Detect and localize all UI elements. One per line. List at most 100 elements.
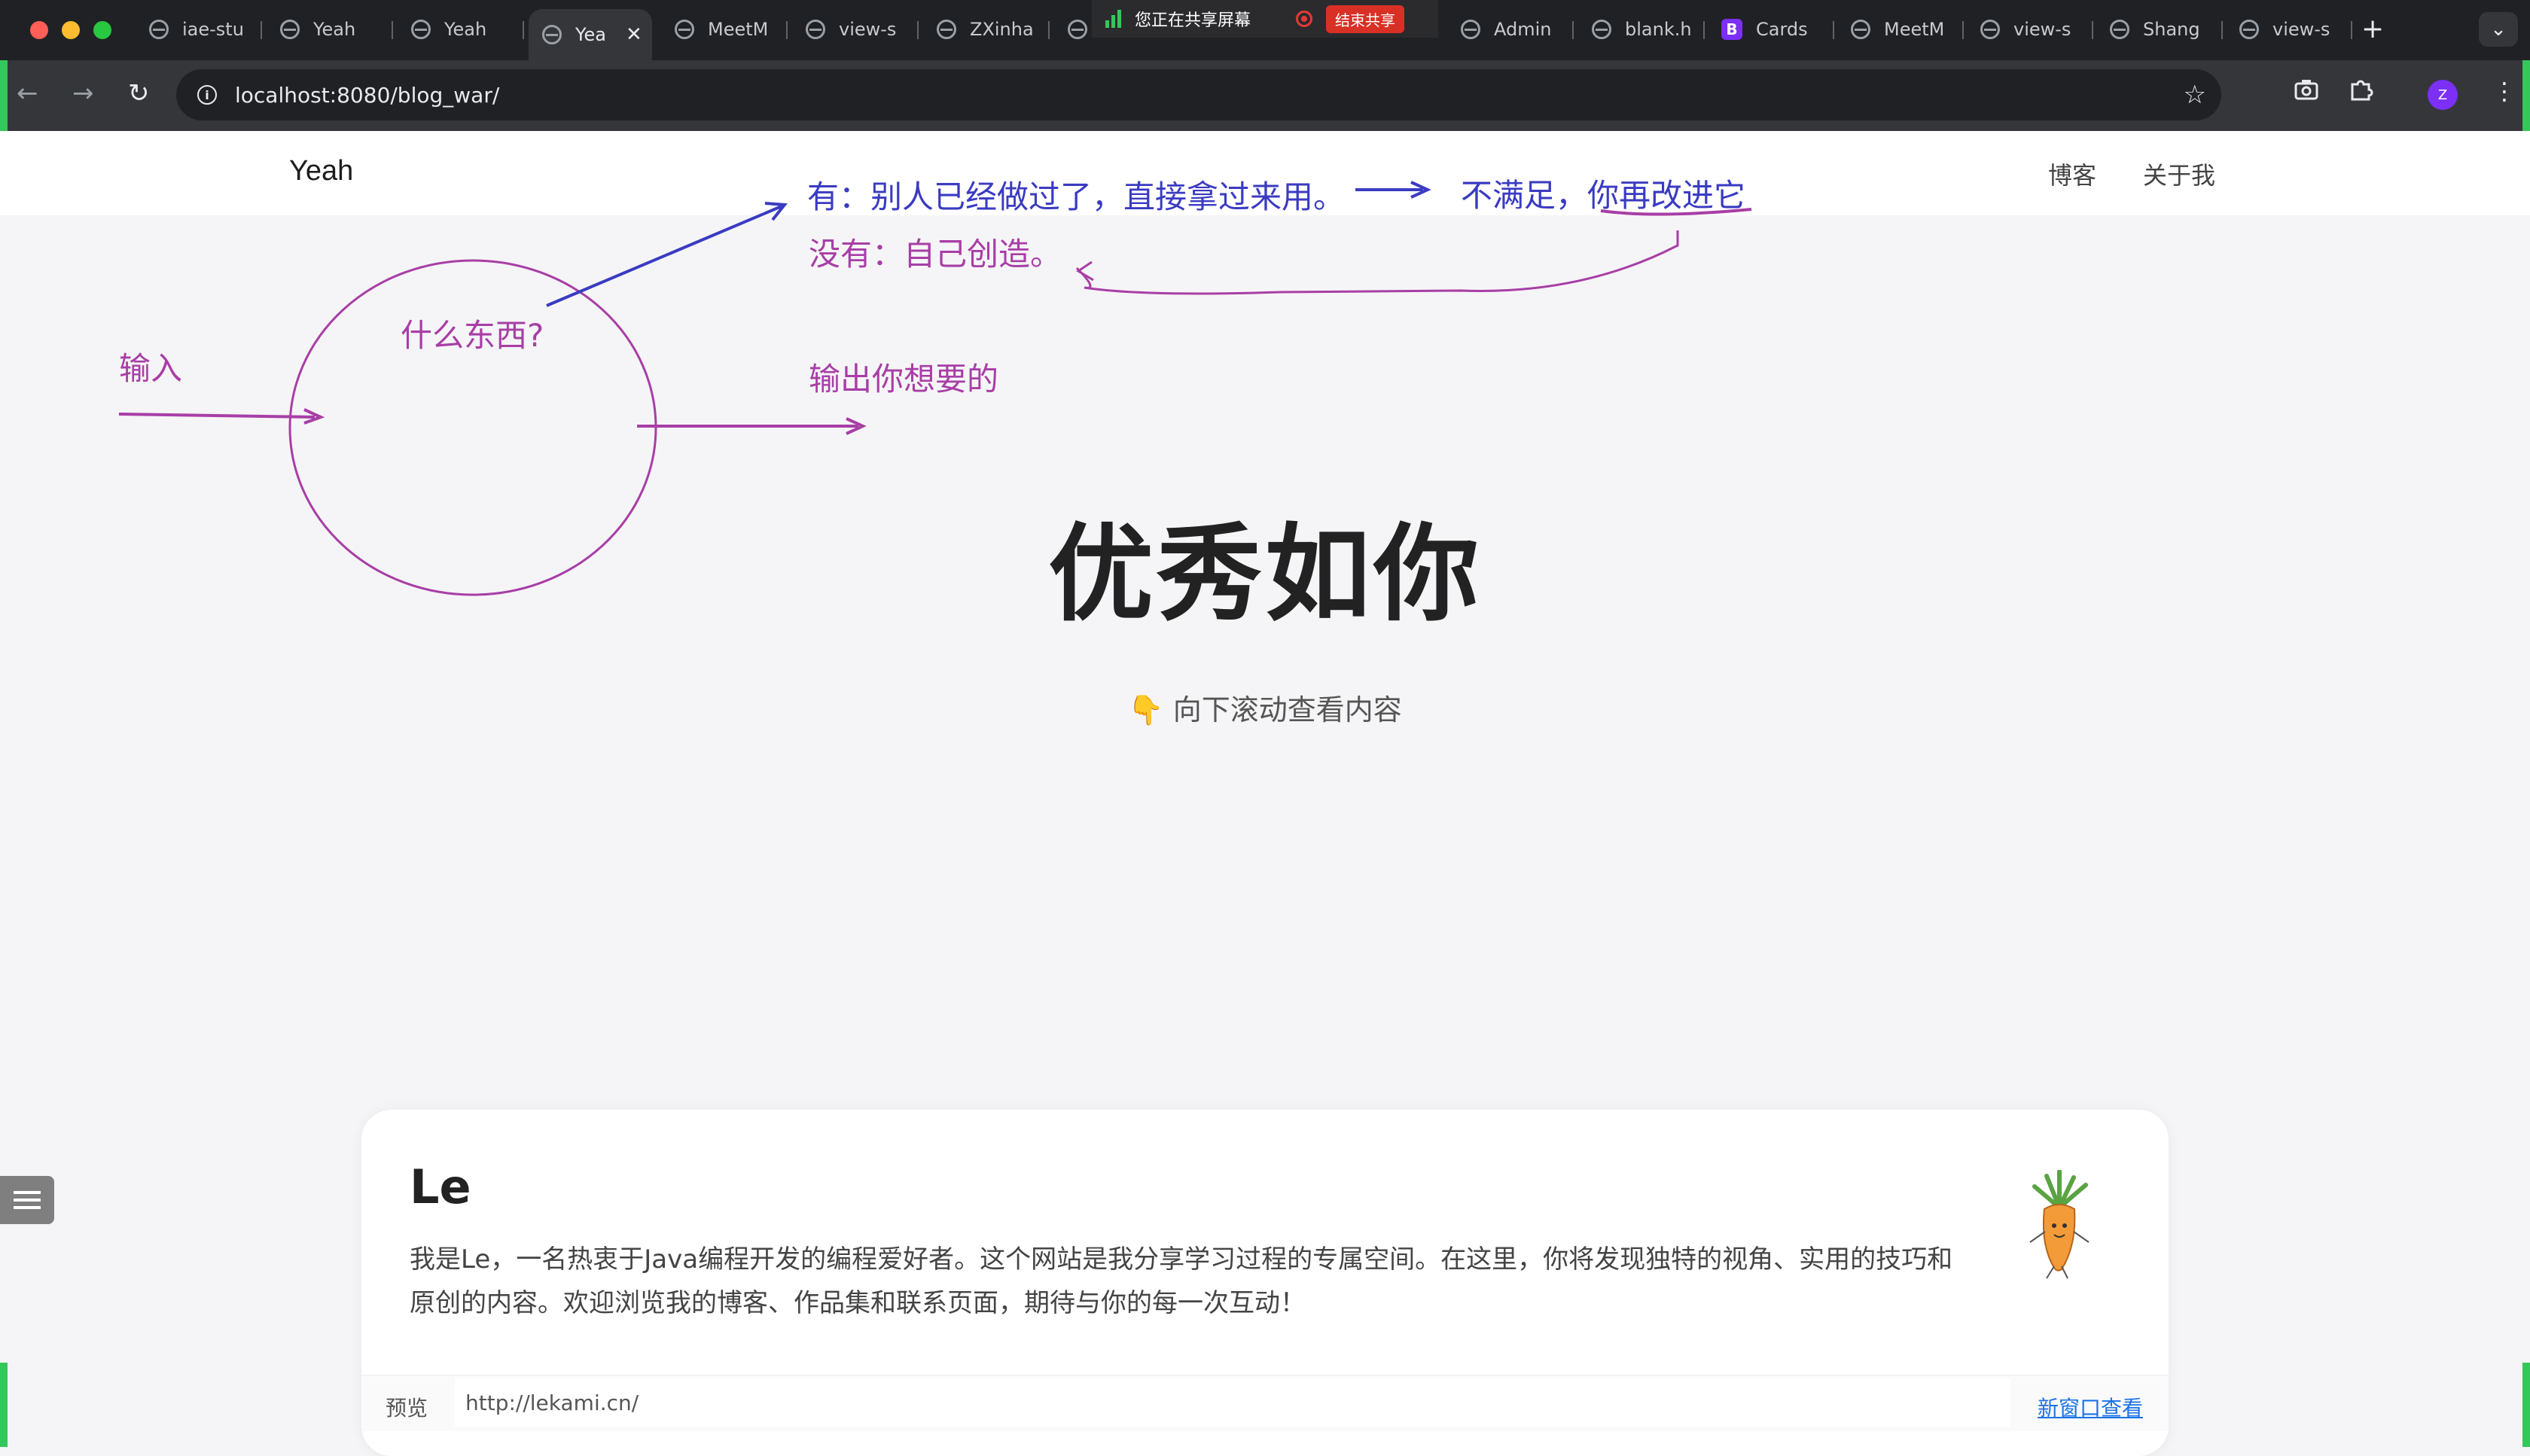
new-tab-plus-icon[interactable]: + xyxy=(2361,14,2384,44)
maximize-window-button[interactable] xyxy=(93,21,111,39)
globe-icon xyxy=(937,20,956,39)
screen-share-indicator: 您正在共享屏幕 结束共享 xyxy=(1092,0,1438,38)
table-of-contents-list-icon[interactable] xyxy=(0,1176,54,1224)
preview-bar: 预览 http://lekami.cn/ 新窗口查看 xyxy=(361,1375,2169,1431)
address-url: localhost:8080/blog_war/ xyxy=(235,82,500,108)
profile-card: Le 我是Le，一名热衷于Java编程开发的编程爱好者。这个网站是我分享学习过程… xyxy=(361,1110,2169,1456)
browser-tab-active[interactable]: Yea ✕ xyxy=(529,9,652,60)
tab-divider xyxy=(261,21,262,39)
tab-title: Cards xyxy=(1756,19,1808,40)
globe-icon xyxy=(1851,20,1870,39)
tab-strip: iae-stu Yeah Yeah Yea ✕ MeetM view-s ZXin… xyxy=(0,0,2530,60)
annotation-output-label: 输出你想要的 xyxy=(809,361,999,398)
record-icon xyxy=(1296,11,1313,27)
globe-icon xyxy=(542,25,562,44)
browser-toolbar: ← → ↻ i localhost:8080/blog_war/ ☆ Z ⋮ xyxy=(0,60,2530,131)
preview-url-field[interactable]: http://lekami.cn/ xyxy=(455,1378,2010,1427)
scroll-hint: 👇 向下滚动查看内容 xyxy=(0,687,2530,728)
nav-link-blog[interactable]: 博客 xyxy=(2048,157,2096,191)
annotation-none-label: 没有：自己创造。 xyxy=(809,236,1062,273)
tab-title: blank.h xyxy=(1625,19,1692,40)
site-info-icon[interactable]: i xyxy=(197,85,217,105)
globe-icon xyxy=(675,20,694,39)
globe-icon xyxy=(2110,20,2129,39)
tab-title: Shang xyxy=(2143,19,2200,40)
annotation-input-arrow xyxy=(118,413,315,419)
site-brand[interactable]: Yeah xyxy=(289,155,353,187)
globe-icon xyxy=(1068,20,1087,39)
globe-icon xyxy=(280,20,300,39)
globe-icon xyxy=(1592,20,1611,39)
tab-divider xyxy=(523,21,524,39)
browser-tab[interactable]: MeetM xyxy=(675,11,788,48)
tab-divider xyxy=(2351,21,2352,39)
annotation-output-arrowhead xyxy=(846,417,867,435)
tab-close-icon[interactable]: ✕ xyxy=(626,23,642,46)
tab-title: Yea xyxy=(575,24,606,45)
globe-icon xyxy=(1980,20,2000,39)
nav-link-about[interactable]: 关于我 xyxy=(2143,157,2215,191)
tab-title: ZXinha xyxy=(970,19,1034,40)
signal-bars-icon xyxy=(1105,10,1121,28)
close-window-button[interactable] xyxy=(30,21,48,39)
share-border-right-bottom xyxy=(2522,1363,2530,1447)
stop-sharing-button[interactable]: 结束共享 xyxy=(1326,5,1405,33)
browser-tab[interactable]: B Cards xyxy=(1721,11,1834,48)
globe-icon xyxy=(1461,20,1480,39)
browser-tab[interactable]: view-s xyxy=(2239,11,2352,48)
address-bar[interactable]: i localhost:8080/blog_war/ ☆ xyxy=(176,69,2221,120)
tab-search-chevron-icon[interactable]: ⌄ xyxy=(2479,12,2518,47)
carrot-icon xyxy=(2029,1170,2090,1279)
browser-tab[interactable]: Admin xyxy=(1461,11,1574,48)
tab-divider xyxy=(1833,21,1834,39)
globe-icon xyxy=(2239,20,2259,39)
browser-tab[interactable]: Yeah xyxy=(280,11,393,48)
browser-tab[interactable]: view-s xyxy=(806,11,919,48)
browser-tab[interactable]: MeetM xyxy=(1851,11,1964,48)
tab-title: MeetM xyxy=(1884,19,1945,40)
tab-title: view-s xyxy=(839,19,897,40)
back-arrow-icon[interactable]: ← xyxy=(17,78,38,108)
browser-tab[interactable]: blank.h xyxy=(1592,11,1705,48)
preview-label: 预览 xyxy=(386,1396,428,1421)
profile-avatar[interactable]: Z xyxy=(2428,80,2458,110)
annotation-input-arrowhead xyxy=(303,408,325,425)
forward-arrow-icon[interactable]: → xyxy=(72,78,94,108)
annotation-return-curve xyxy=(1075,230,1679,295)
browser-tab[interactable]: view-s xyxy=(1980,11,2093,48)
globe-icon xyxy=(411,20,431,39)
tab-divider xyxy=(2092,21,2093,39)
extensions-puzzle-icon[interactable] xyxy=(2348,77,2373,109)
annotation-not-satisfied-label: 不满足，你再改进它 xyxy=(1461,177,1746,214)
reload-icon[interactable]: ↻ xyxy=(128,78,150,108)
share-status-text: 您正在共享屏幕 xyxy=(1135,11,1251,30)
globe-icon xyxy=(149,20,169,39)
tab-title: view-s xyxy=(2013,19,2071,40)
scroll-hint-text: 向下滚动查看内容 xyxy=(1172,693,1402,726)
browser-chrome: iae-stu Yeah Yeah Yea ✕ MeetM view-s ZXin… xyxy=(0,0,2530,131)
browser-tab[interactable]: ZXinha xyxy=(937,11,1050,48)
browser-tab[interactable]: Yeah xyxy=(411,11,524,48)
tab-divider xyxy=(917,21,919,39)
minimize-window-button[interactable] xyxy=(62,21,80,39)
share-border-left-bottom xyxy=(0,1363,8,1447)
tab-divider xyxy=(392,21,393,39)
tab-divider xyxy=(1048,21,1050,39)
open-new-window-link[interactable]: 新窗口查看 xyxy=(2038,1392,2143,1422)
tab-divider xyxy=(2221,21,2223,39)
hero-title: 优秀如你 xyxy=(1047,513,1482,636)
browser-menu-kebab-icon[interactable]: ⋮ xyxy=(2492,77,2516,105)
annotation-input-label: 输入 xyxy=(119,350,183,387)
browser-tab[interactable]: iae-stu xyxy=(149,11,262,48)
screenshot-camera-icon[interactable] xyxy=(2294,77,2319,109)
profile-name: Le xyxy=(410,1159,471,1214)
tab-title: Admin xyxy=(1494,19,1552,40)
tab-divider xyxy=(1703,21,1705,39)
globe-icon xyxy=(806,20,825,39)
tab-title: Yeah xyxy=(313,19,356,40)
annotation-what-label: 什么东西? xyxy=(401,317,544,354)
pointing-down-icon: 👇 xyxy=(1128,693,1164,726)
annotation-has-arrow xyxy=(546,205,782,307)
browser-tab[interactable]: Shang xyxy=(2110,11,2223,48)
bookmark-star-icon[interactable]: ☆ xyxy=(2184,80,2206,110)
